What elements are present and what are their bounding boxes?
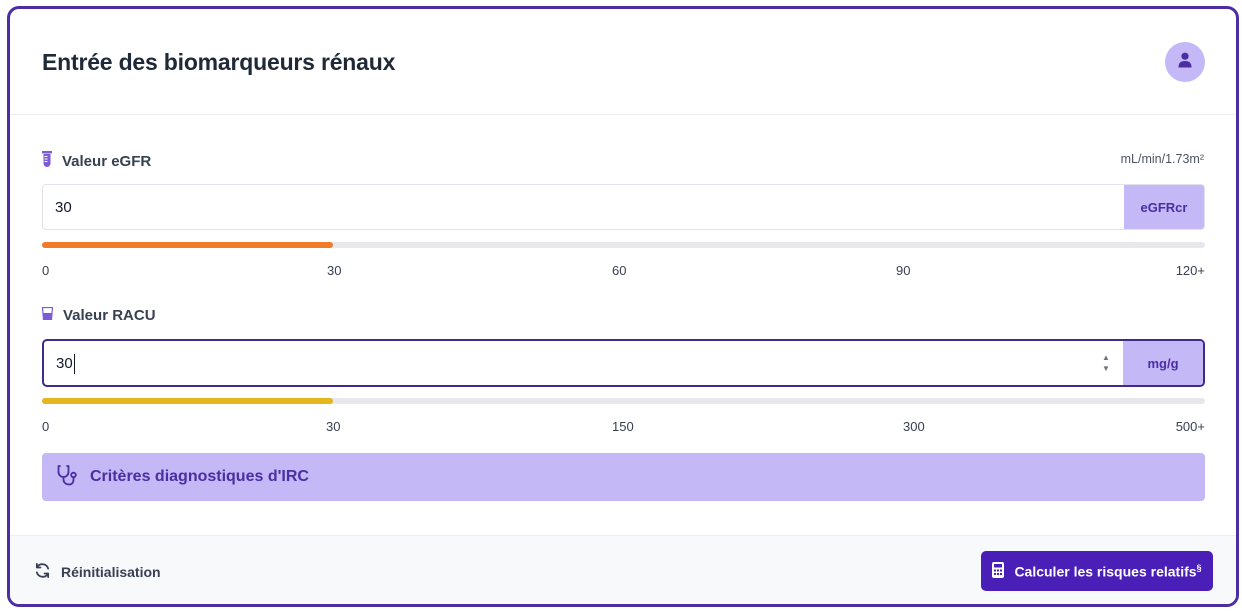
- racu-scale: 0 30 150 300 500+: [42, 419, 1205, 435]
- racu-tick-3: 300: [903, 419, 925, 434]
- racu-progress-track: [42, 398, 1205, 404]
- reset-button[interactable]: Réinitialisation: [34, 562, 161, 582]
- ckd-criteria-toggle[interactable]: Critères diagnostiques d'IRC: [42, 453, 1205, 501]
- egfr-progress-fill: [42, 242, 333, 248]
- egfr-tick-0: 0: [42, 263, 50, 278]
- test-tube-icon: [42, 151, 52, 171]
- avatar[interactable]: [1165, 42, 1205, 82]
- egfr-input-group: eGFRcr: [42, 184, 1205, 230]
- calculate-label-sup: §: [1196, 562, 1202, 573]
- racu-tick-1: 30: [326, 419, 341, 434]
- spinner-up-icon[interactable]: ▲: [1102, 353, 1110, 362]
- egfr-input[interactable]: [43, 185, 1125, 229]
- racu-label: Valeur RACU: [41, 306, 156, 324]
- egfr-tick-4: 120+: [1175, 263, 1205, 278]
- page-title: Entrée des biomarqueurs rénaux: [42, 49, 396, 75]
- racu-label-text: Valeur RACU: [63, 307, 156, 324]
- racu-tick-0: 0: [42, 419, 50, 434]
- racu-unit-addon[interactable]: mg/g: [1123, 341, 1203, 385]
- calculator-icon: [992, 561, 1005, 581]
- biomarker-card: Entrée des biomarqueurs rénaux Valeur eG…: [7, 6, 1239, 607]
- reset-label: Réinitialisation: [61, 564, 161, 580]
- user-icon: [1178, 52, 1192, 73]
- calculate-label: Calculer les risques relatifs§: [1014, 563, 1201, 580]
- racu-tick-2: 150: [612, 419, 634, 434]
- egfr-label-text: Valeur eGFR: [62, 152, 152, 170]
- egfr-type-addon[interactable]: eGFRcr: [1124, 185, 1204, 229]
- text-cursor: [74, 354, 75, 374]
- egfr-tick-1: 30: [327, 263, 342, 278]
- card-header: Entrée des biomarqueurs rénaux: [10, 9, 1236, 115]
- egfr-tick-2: 60: [612, 263, 627, 278]
- racu-input-group: ▲ ▼ mg/g: [42, 339, 1205, 387]
- refresh-icon: [34, 562, 51, 582]
- egfr-progress-track: [42, 242, 1205, 248]
- racu-progress-fill: [42, 398, 333, 404]
- calculate-risk-button[interactable]: Calculer les risques relatifs§: [981, 551, 1213, 591]
- egfr-unit: mL/min/1.73m²: [1120, 152, 1204, 166]
- racu-tick-4: 500+: [1175, 419, 1205, 434]
- ckd-criteria-label: Critères diagnostiques d'IRC: [90, 468, 309, 485]
- egfr-scale: 0 30 60 90 120+: [42, 263, 1205, 279]
- egfr-label: Valeur eGFR: [42, 151, 151, 171]
- card-footer: Réinitialisation Calculer les risques re…: [10, 535, 1236, 604]
- racu-input[interactable]: [44, 341, 1126, 385]
- spinner-down-icon[interactable]: ▼: [1102, 364, 1110, 373]
- egfr-tick-3: 90: [896, 263, 911, 278]
- urine-cup-icon: [41, 306, 54, 324]
- number-spinner[interactable]: ▲ ▼: [1101, 353, 1111, 373]
- stethoscope-icon: [56, 464, 78, 491]
- calculate-label-text: Calculer les risques relatifs: [1014, 563, 1197, 580]
